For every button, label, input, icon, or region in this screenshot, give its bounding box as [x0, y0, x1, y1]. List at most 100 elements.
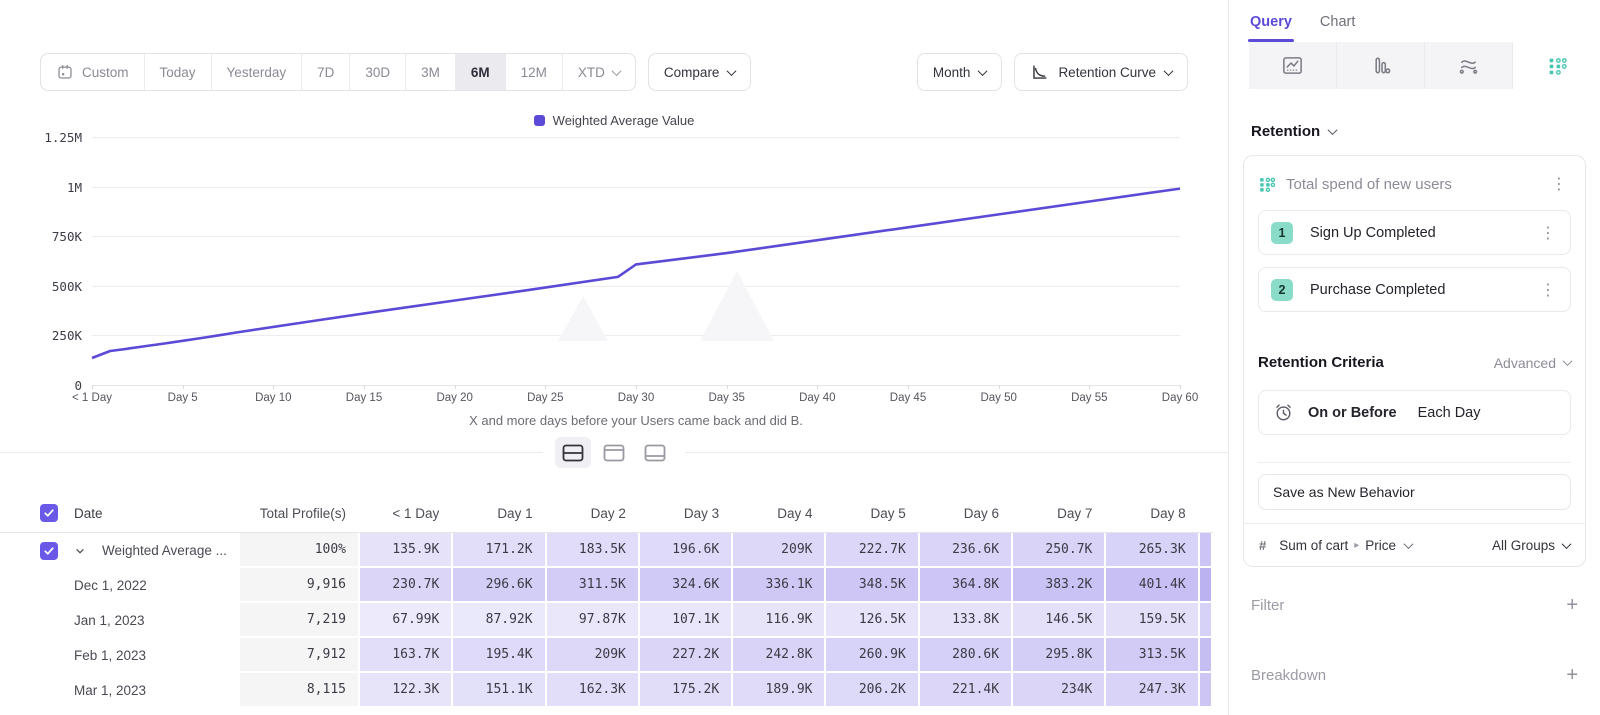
- chart-view-dropdown[interactable]: Retention Curve: [1014, 53, 1188, 91]
- retention-value-cell[interactable]: 97.87K: [547, 603, 640, 638]
- table-view-toggle-button[interactable]: [637, 437, 673, 468]
- retention-value-cell[interactable]: 189.9K: [733, 673, 826, 708]
- criteria-mode-label: Advanced: [1494, 355, 1556, 371]
- retention-value-cell[interactable]: 163.7K: [360, 638, 453, 673]
- retention-value-cell[interactable]: 222.7K: [826, 533, 919, 568]
- date-range-12m[interactable]: 12M: [505, 54, 562, 90]
- retention-value-cell[interactable]: 151.1K: [453, 673, 546, 708]
- date-range-7d[interactable]: 7D: [301, 54, 349, 90]
- behavior-header: Total spend of new users ⋮: [1258, 170, 1571, 198]
- retention-value-cell[interactable]: 265.3K: [1106, 533, 1199, 568]
- tab-chart[interactable]: Chart: [1320, 14, 1355, 42]
- chart-type-line-chart-button[interactable]: [1249, 42, 1337, 89]
- retention-value-cell[interactable]: 122.3K: [360, 673, 453, 708]
- retention-value-cell[interactable]: 280.6K: [920, 638, 1013, 673]
- select-all-checkbox[interactable]: [40, 504, 58, 522]
- measure-property-label[interactable]: Price: [1365, 538, 1396, 553]
- kebab-menu-icon[interactable]: ⋮: [1547, 174, 1571, 194]
- retention-value-cell[interactable]: 260.9K: [826, 638, 919, 673]
- retention-value-cell[interactable]: 311.5K: [547, 568, 640, 603]
- weighted-average-line[interactable]: [92, 189, 1180, 358]
- behavior-steps: 1Sign Up Completed⋮ 2Purchase Completed⋮: [1258, 210, 1571, 312]
- date-range-30d[interactable]: 30D: [349, 54, 405, 90]
- retention-value-cell[interactable]: 171.2K: [453, 533, 546, 568]
- retention-value-cell[interactable]: 195.4K: [453, 638, 546, 673]
- retention-value-cell[interactable]: 324.6K: [640, 568, 733, 603]
- step-number-badge: 1: [1271, 222, 1293, 244]
- retention-value-cell[interactable]: 87.92K: [453, 603, 546, 638]
- row-expander-chevron-icon[interactable]: [74, 545, 86, 557]
- retention-value-cell[interactable]: 67.99K: [360, 603, 453, 638]
- granularity-dropdown[interactable]: Month: [917, 53, 1003, 91]
- chart-type-retention-grid-button[interactable]: [1513, 42, 1600, 89]
- retention-value-cell[interactable]: 234K: [1013, 673, 1106, 708]
- criteria-mode-dropdown[interactable]: Advanced: [1494, 355, 1571, 371]
- retention-value-cell[interactable]: 183.5K: [547, 533, 640, 568]
- retention-value-cell[interactable]: 296.6K: [453, 568, 546, 603]
- date-range-today[interactable]: Today: [144, 54, 211, 90]
- split-view-icon: [562, 444, 584, 462]
- filter-label: Filter: [1251, 597, 1284, 614]
- chart-view-toggle-button[interactable]: [596, 437, 632, 468]
- kebab-menu-icon[interactable]: ⋮: [1536, 280, 1560, 300]
- chart-type-bar-chart-button[interactable]: [1337, 42, 1425, 89]
- retention-criteria-row[interactable]: On or Before Each Day: [1258, 390, 1571, 435]
- retention-value-cell[interactable]: 383.2K: [1013, 568, 1106, 603]
- date-range-xtd[interactable]: XTD: [562, 54, 635, 90]
- measure-event-label[interactable]: Sum of cart: [1279, 538, 1348, 553]
- retention-value-cell[interactable]: 209K: [547, 638, 640, 673]
- column-header: Day 7: [1013, 506, 1106, 521]
- retention-value-cell[interactable]: 221.4K: [920, 673, 1013, 708]
- date-range-custom[interactable]: Custom: [41, 54, 144, 90]
- retention-value-cell[interactable]: 242.8K: [733, 638, 826, 673]
- row-checkbox[interactable]: [40, 542, 58, 560]
- retention-value-cell[interactable]: 401.4K: [1106, 568, 1199, 603]
- date-range-yesterday[interactable]: Yesterday: [211, 54, 302, 90]
- retention-value-cell[interactable]: 247.3K: [1106, 673, 1199, 708]
- retention-value-cell[interactable]: 336.1K: [733, 568, 826, 603]
- column-header: Day 4: [733, 506, 826, 521]
- retention-value-cell[interactable]: 348.5K: [826, 568, 919, 603]
- criteria-unit[interactable]: Each Day: [1418, 405, 1481, 421]
- retention-grid-icon: [1546, 55, 1568, 77]
- retention-value-cell[interactable]: 135.9K: [360, 533, 453, 568]
- retention-value-cell[interactable]: 227.2K: [640, 638, 733, 673]
- kebab-menu-icon[interactable]: ⋮: [1536, 223, 1560, 243]
- calendar-icon: [56, 63, 74, 81]
- retention-value-cell[interactable]: 236.6K: [920, 533, 1013, 568]
- add-breakdown-button[interactable]: +: [1566, 665, 1578, 685]
- tab-query[interactable]: Query: [1250, 14, 1292, 42]
- retention-value-cell[interactable]: 196.6K: [640, 533, 733, 568]
- chart-type-flow-button[interactable]: [1425, 42, 1513, 89]
- behavior-step-row[interactable]: 2Purchase Completed⋮: [1258, 267, 1571, 312]
- retention-value-cell[interactable]: 364.8K: [920, 568, 1013, 603]
- retention-value-cell[interactable]: 206.2K: [826, 673, 919, 708]
- add-filter-button[interactable]: +: [1566, 595, 1578, 615]
- split-view-toggle-button[interactable]: [555, 437, 591, 468]
- retention-value-cell[interactable]: 209K: [733, 533, 826, 568]
- retention-value-cell[interactable]: 126.5K: [826, 603, 919, 638]
- report-type-selector[interactable]: Retention: [1251, 123, 1600, 140]
- date-range-3m[interactable]: 3M: [405, 54, 455, 90]
- retention-value-cell[interactable]: 295.8K: [1013, 638, 1106, 673]
- retention-dots-icon: [1258, 176, 1275, 193]
- retention-value-cell[interactable]: 133.8K: [920, 603, 1013, 638]
- property-arrow-icon: ▸: [1354, 540, 1359, 551]
- report-type-label: Retention: [1251, 123, 1320, 140]
- retention-value-cell[interactable]: 159.5K: [1106, 603, 1199, 638]
- retention-value-cell[interactable]: 116.9K: [733, 603, 826, 638]
- compare-button[interactable]: Compare: [648, 53, 752, 91]
- criteria-condition[interactable]: On or Before: [1308, 405, 1397, 421]
- group-dropdown[interactable]: All Groups: [1492, 538, 1570, 553]
- retention-value-cell[interactable]: 162.3K: [547, 673, 640, 708]
- step-event-label: Purchase Completed: [1310, 282, 1536, 298]
- retention-value-cell[interactable]: 107.1K: [640, 603, 733, 638]
- retention-value-cell[interactable]: 146.5K: [1013, 603, 1106, 638]
- behavior-step-row[interactable]: 1Sign Up Completed⋮: [1258, 210, 1571, 255]
- retention-value-cell[interactable]: 250.7K: [1013, 533, 1106, 568]
- date-range-6m[interactable]: 6M: [455, 54, 505, 90]
- retention-value-cell[interactable]: 313.5K: [1106, 638, 1199, 673]
- retention-value-cell[interactable]: 230.7K: [360, 568, 453, 603]
- retention-value-cell[interactable]: 175.2K: [640, 673, 733, 708]
- save-as-new-behavior-button[interactable]: Save as New Behavior: [1258, 474, 1571, 510]
